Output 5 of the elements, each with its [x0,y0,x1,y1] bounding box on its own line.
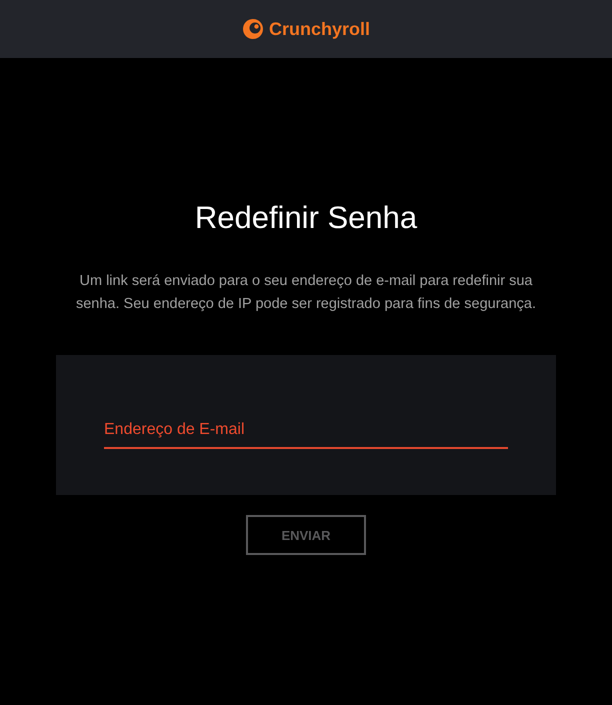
page-title: Redefinir Senha [194,200,418,236]
logo-icon [242,18,264,40]
description-text: Um link será enviado para o seu endereço de e-mail para redefinir sua senha. Seu endereço de IP pode ser registrado para fins de segurança. [74,272,537,314]
brand-name: Crunchyroll [268,18,370,40]
email-field[interactable]: Endereço de E-mail [104,419,508,449]
